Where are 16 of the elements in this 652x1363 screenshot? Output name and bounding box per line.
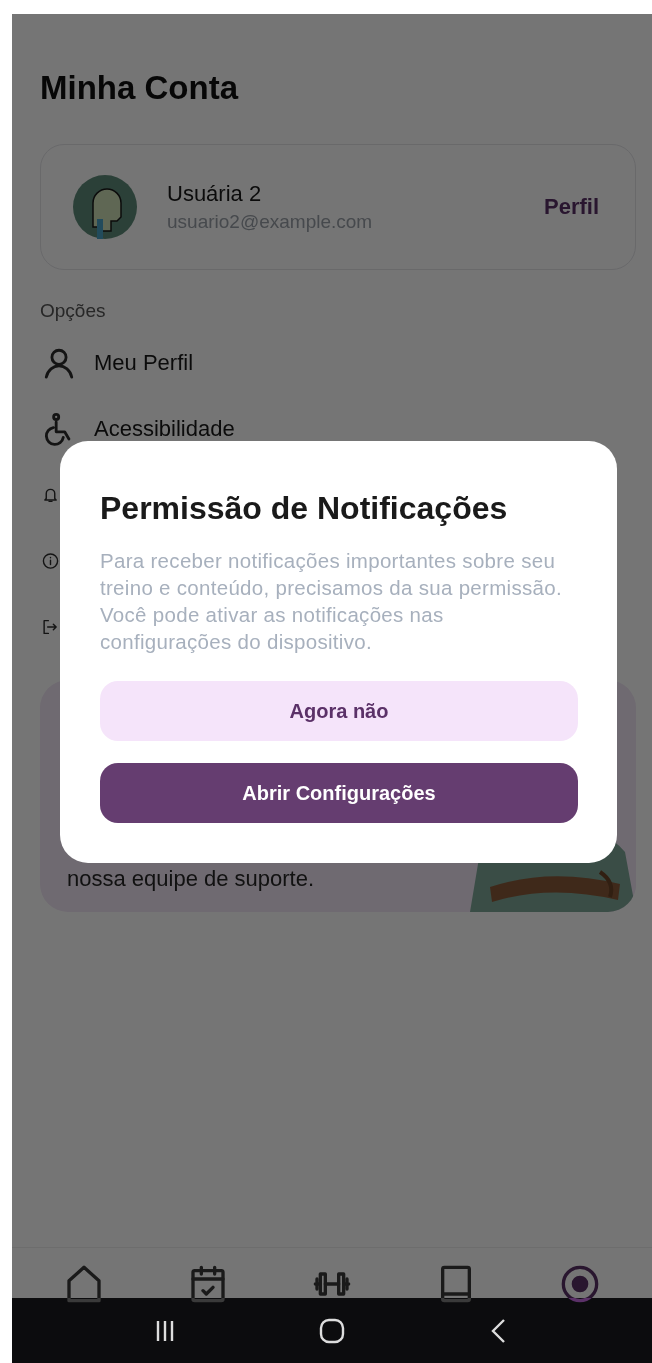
dismiss-button[interactable]: Agora não: [100, 681, 578, 742]
user-name: Usuária 2: [167, 181, 263, 208]
profile-link[interactable]: Perfil: [543, 194, 599, 221]
person-icon: [42, 346, 76, 381]
home-icon[interactable]: [64, 1264, 104, 1304]
dialog-message: Para receber notificações importantes sobre seu treino e conteúdo, precisamos da sua permissão. Você pode ativar as notificações nas configurações do dispositivo.: [100, 548, 563, 656]
dialog-title: Permissão de Notificações: [100, 489, 509, 528]
support-text: nossa equipe de suporte.: [66, 866, 315, 894]
page-title: Minha Conta: [40, 70, 240, 107]
calendar-icon[interactable]: [188, 1264, 228, 1304]
menu-item[interactable]: Meu Perfil: [94, 352, 194, 375]
avatar: [73, 175, 137, 240]
section-heading: Opções: [40, 300, 107, 323]
menu-item[interactable]: Acessibilidade: [94, 418, 235, 441]
open-settings-button[interactable]: Abrir Configurações: [100, 763, 578, 824]
account-icon[interactable]: [560, 1264, 600, 1304]
